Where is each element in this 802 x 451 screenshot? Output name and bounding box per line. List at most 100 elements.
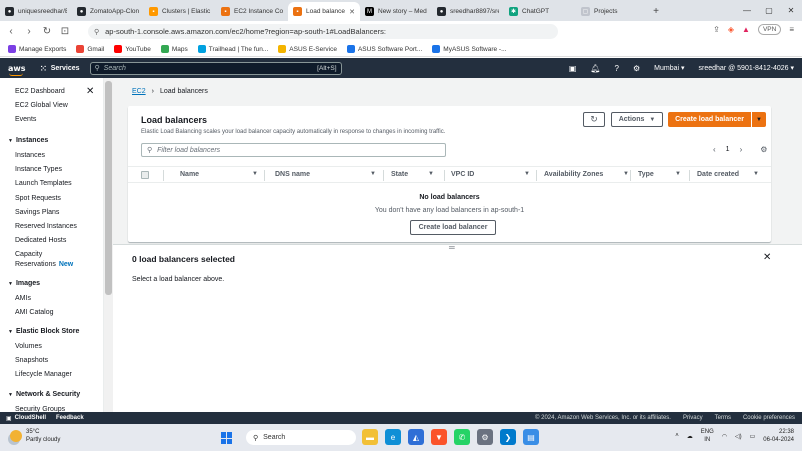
bookmark-page-icon[interactable]: ⊡ (60, 26, 70, 37)
sort-caret-icon[interactable]: ▼ (370, 171, 376, 177)
language-indicator[interactable]: ENG IN (701, 428, 714, 444)
photos-icon[interactable]: ◭ (408, 429, 424, 445)
column-header[interactable]: VPC ID (451, 171, 474, 178)
sidebar-item[interactable]: Reserved Instances (15, 223, 77, 230)
filter-input[interactable]: ⚲ Filter load balancers (141, 143, 446, 157)
sidebar-item[interactable]: Spot Requests (15, 195, 61, 202)
scrollbar-thumb[interactable] (105, 81, 112, 295)
forward-icon[interactable]: › (24, 26, 34, 37)
column-separator[interactable] (444, 170, 445, 181)
aws-search-input[interactable]: ⚲ Search [Alt+S] (89, 61, 342, 75)
brave-shield-icon[interactable]: ◈ (728, 25, 734, 34)
bookmark-item[interactable]: Maps (160, 45, 188, 53)
browser-tab[interactable]: M New story – Med (360, 2, 432, 21)
brave-rewards-icon[interactable]: ▲ (742, 25, 750, 34)
menu-icon[interactable]: ≡ (789, 25, 794, 34)
wifi-icon[interactable]: ◠ (722, 433, 727, 440)
sidebar-item[interactable]: EC2 Global View (15, 102, 68, 109)
close-sidebar-icon[interactable]: ✕ (86, 86, 94, 97)
browser-tab[interactable]: ▢ Projects (576, 2, 648, 21)
browser-tab[interactable]: ● sreedhar8897/sre (432, 2, 504, 21)
sidebar-item[interactable]: Dedicated Hosts (15, 237, 66, 244)
battery-icon[interactable]: ▭ (750, 433, 756, 440)
create-load-balancer-empty-button[interactable]: Create load balancer (410, 220, 496, 235)
actions-button[interactable]: Actions ▼ (611, 112, 663, 127)
settings-icon[interactable]: ⚙ (477, 429, 493, 445)
bookmark-item[interactable]: ASUS E-Service (278, 45, 337, 53)
sort-caret-icon[interactable]: ▼ (252, 171, 258, 177)
sidebar-section-header[interactable]: ▼ Network & Security (8, 391, 80, 398)
close-detail-icon[interactable]: ✕ (763, 252, 771, 263)
whatsapp-icon[interactable]: ✆ (454, 429, 470, 445)
create-dropdown-button[interactable]: ▼ (752, 112, 766, 127)
cookie-preferences-link[interactable]: Cookie preferences (743, 415, 795, 421)
column-separator[interactable] (264, 170, 265, 181)
weather-widget[interactable]: 35°C Partly cloudy (10, 428, 60, 444)
share-icon[interactable]: ⇪ (713, 25, 720, 34)
sidebar-item[interactable]: Launch Templates (15, 180, 72, 187)
brave-icon[interactable]: ▼ (431, 429, 447, 445)
column-separator[interactable] (536, 170, 537, 181)
column-separator[interactable] (689, 170, 690, 181)
sidebar-item-capacity-reservations[interactable]: Reservations New (15, 261, 73, 268)
sidebar-item[interactable]: Snapshots (15, 357, 48, 364)
page-number[interactable]: 1 (726, 146, 730, 153)
column-header[interactable]: Name (180, 171, 199, 178)
column-separator[interactable] (383, 170, 384, 181)
create-load-balancer-button[interactable]: Create load balancer (668, 112, 751, 127)
bookmark-item[interactable]: MyASUS Software -... (432, 45, 507, 53)
sidebar-item[interactable]: AMI Catalog (15, 309, 54, 316)
edge-icon[interactable]: e (385, 429, 401, 445)
account-menu[interactable]: sreedhar @ 5901-8412-4026 ▾ (699, 64, 794, 72)
new-tab-button[interactable]: + (648, 2, 664, 21)
refresh-button[interactable]: ↻ (583, 112, 605, 127)
close-window-button[interactable]: ✕ (780, 0, 802, 21)
site-info-icon[interactable]: ⚲ (94, 28, 99, 36)
sidebar-item[interactable]: Lifecycle Manager (15, 371, 72, 378)
select-all-checkbox[interactable] (141, 171, 149, 179)
bookmark-item[interactable]: YouTube (114, 45, 151, 53)
sidebar-item[interactable]: EC2 Dashboard (15, 88, 65, 95)
help-icon[interactable]: ? (615, 64, 619, 73)
notepad-icon[interactable]: ▤ (523, 429, 539, 445)
sidebar-section-header[interactable]: ▼ Images (8, 280, 40, 287)
sidebar-scrollbar[interactable] (104, 78, 113, 412)
next-page-icon[interactable]: › (740, 145, 743, 154)
url-bar[interactable]: ⚲ ap-south-1.console.aws.amazon.com/ec2/… (88, 24, 558, 39)
cloudshell-link[interactable]: ▣ CloudShell (6, 415, 46, 422)
region-selector[interactable]: Mumbai ▾ (654, 64, 684, 72)
sort-caret-icon[interactable]: ▼ (524, 171, 530, 177)
vscode-icon[interactable]: ❯ (500, 429, 516, 445)
sidebar-item[interactable]: Instances (15, 152, 45, 159)
back-icon[interactable]: ‹ (6, 26, 16, 37)
sidebar-item[interactable]: AMIs (15, 295, 31, 302)
reload-icon[interactable]: ↻ (42, 26, 52, 37)
privacy-link[interactable]: Privacy (683, 415, 703, 421)
preferences-gear-icon[interactable]: ⚙ (760, 145, 767, 154)
browser-tab[interactable]: ● uniquesreedhar/E (0, 2, 72, 21)
vpn-button[interactable]: VPN (757, 24, 782, 35)
cloud-icon[interactable]: ☁ (687, 433, 693, 440)
sidebar-item[interactable]: Savings Plans (15, 209, 59, 216)
sort-caret-icon[interactable]: ▼ (428, 171, 434, 177)
browser-tab[interactable]: ▪ Clusters | Elastic C (144, 2, 216, 21)
minimize-button[interactable]: — (736, 0, 758, 21)
maximize-button[interactable]: ▢ (758, 0, 780, 21)
sidebar-section-header[interactable]: ▼ Elastic Block Store (8, 328, 79, 335)
browser-tab[interactable]: ● ZomatoApp-Clone (72, 2, 144, 21)
breadcrumb-ec2-link[interactable]: EC2 (132, 88, 146, 95)
column-separator[interactable] (163, 170, 164, 181)
column-header[interactable]: Date created (697, 171, 739, 178)
sidebar-item[interactable]: Events (15, 116, 36, 123)
settings-icon[interactable]: ⚙ (633, 64, 640, 73)
taskbar-search[interactable]: ⚲ Search (246, 430, 356, 445)
bookmark-item[interactable]: Gmail (76, 45, 104, 53)
cloudshell-icon[interactable]: ▣ (569, 64, 577, 73)
browser-tab[interactable]: ▪ EC2 Instance Conn (216, 2, 288, 21)
sidebar-item[interactable]: Instance Types (15, 166, 62, 173)
sidebar-section-header[interactable]: ▼ Instances (8, 137, 48, 144)
clock[interactable]: 22:38 06-04-2024 (763, 428, 794, 444)
close-tab-icon[interactable]: ✕ (349, 8, 355, 16)
sort-caret-icon[interactable]: ▼ (753, 171, 759, 177)
sidebar-item[interactable]: Capacity (15, 251, 42, 258)
